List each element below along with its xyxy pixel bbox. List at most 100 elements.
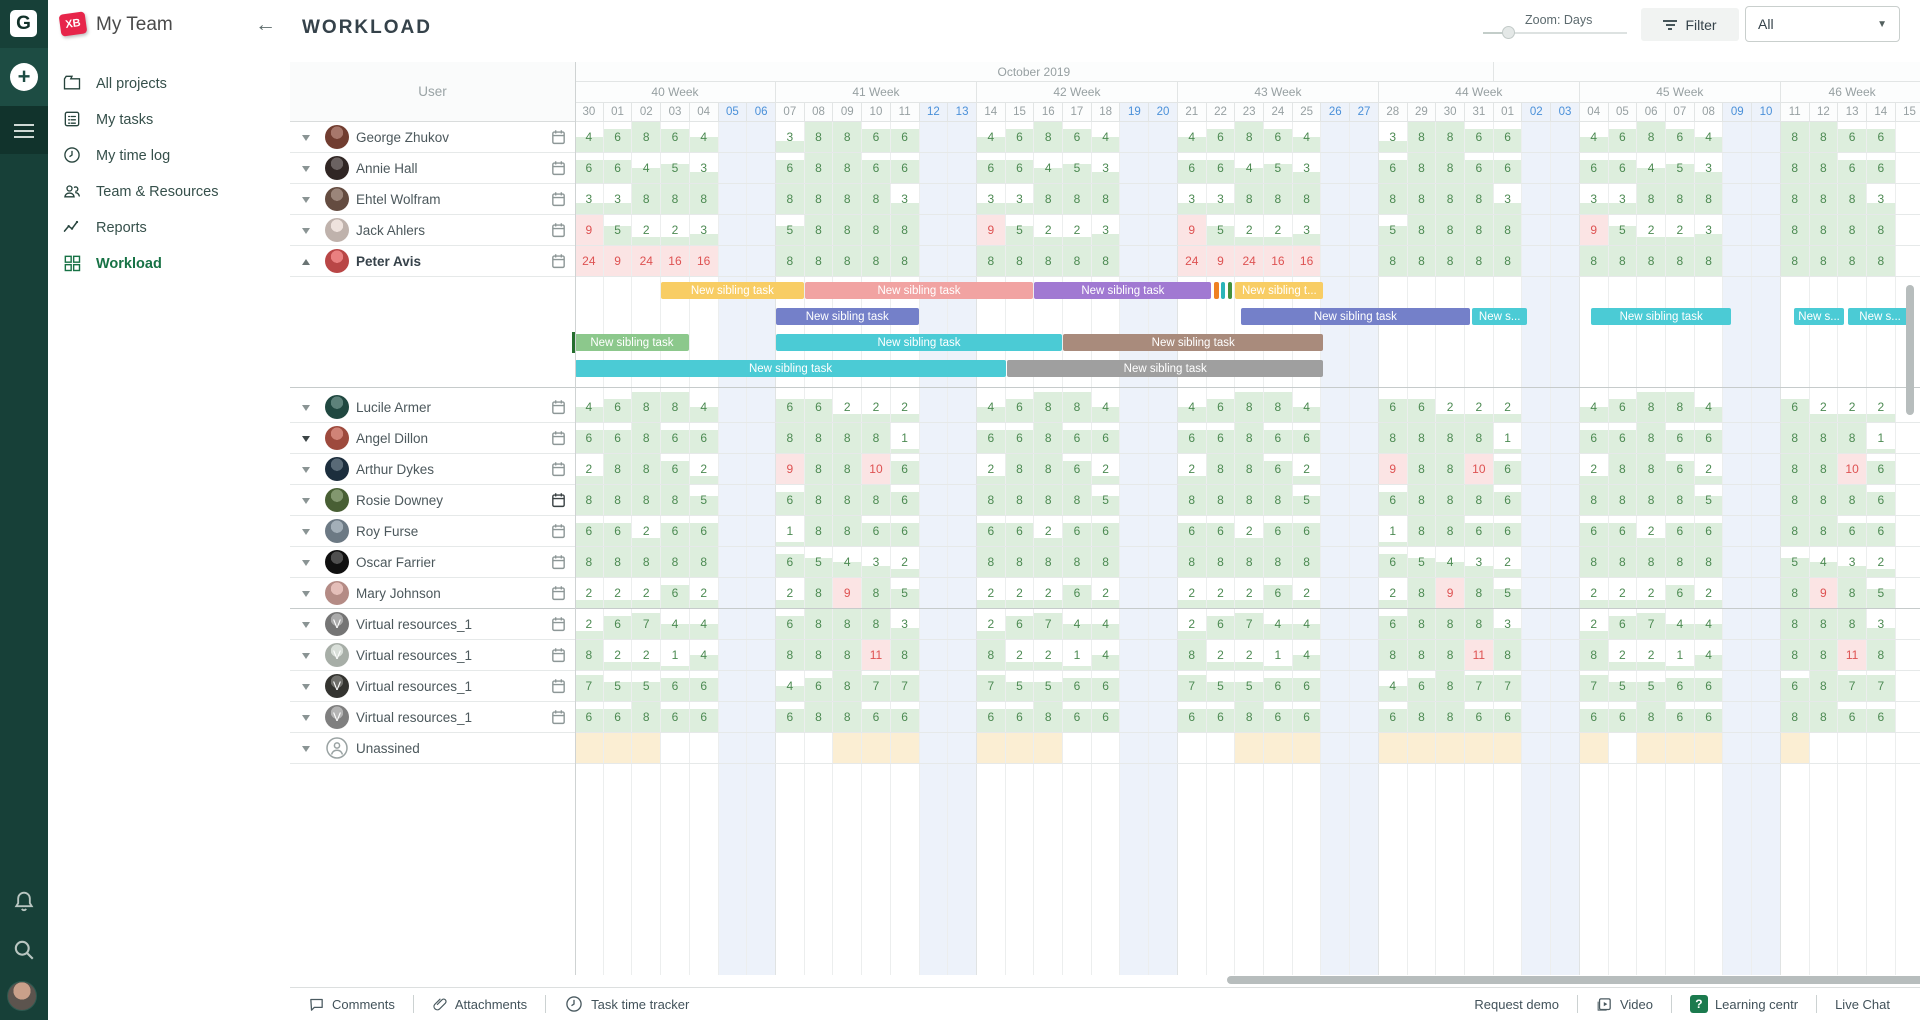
unassigned-busy-cell xyxy=(1292,733,1321,763)
bottombar-task-time-tracker[interactable]: Task time tracker xyxy=(546,988,707,1020)
workload-hours-cell: 8 xyxy=(1791,493,1798,507)
sidebar-item-reports[interactable]: Reports xyxy=(48,210,290,246)
sidebar-item-all-projects[interactable]: All projects xyxy=(48,66,290,102)
workload-hours-cell: 4 xyxy=(1303,648,1310,662)
workload-hours-cell: 8 xyxy=(1791,254,1798,268)
unassigned-busy-cell xyxy=(1264,733,1292,763)
workload-hours-cell: 4 xyxy=(700,400,708,414)
workload-hours-cell: 5 xyxy=(1073,161,1081,175)
add-project-button[interactable]: + xyxy=(10,63,38,91)
workload-hours-cell: 8 xyxy=(843,462,851,476)
vertical-scrollbar-thumb[interactable] xyxy=(1906,285,1914,415)
day-header: 17 xyxy=(1063,103,1092,122)
workload-hours-cell: 5 xyxy=(1389,223,1397,237)
workload-hours-cell: 2 xyxy=(1303,586,1310,600)
workload-hours-cell: 5 xyxy=(700,493,708,507)
horizontal-scrollbar-thumb[interactable] xyxy=(1227,976,1920,984)
workload-hours-cell: 6 xyxy=(1877,524,1885,538)
workload-hours-cell: 8 xyxy=(1418,524,1425,538)
notifications-bell-icon[interactable] xyxy=(10,888,38,916)
workload-hours-cell: 11 xyxy=(1472,648,1486,662)
workload-hours-cell: 8 xyxy=(1504,254,1511,268)
workload-hours-cell: 2 xyxy=(1877,400,1885,414)
workload-hours-cell: 8 xyxy=(1676,555,1684,569)
workload-hours-cell: 5 xyxy=(1217,223,1224,237)
sidebar-item-workload[interactable]: Workload xyxy=(48,246,290,282)
workload-hours-cell: 8 xyxy=(815,192,822,206)
workload-hours-cell: 2 xyxy=(642,524,650,538)
bottombar-request-demo[interactable]: Request demo xyxy=(1456,988,1577,1020)
search-icon[interactable] xyxy=(10,936,38,964)
workload-hours-cell: 2 xyxy=(642,223,650,237)
week-header: 45 Week xyxy=(1579,82,1781,103)
workload-hours-cell: 2 xyxy=(1504,555,1511,569)
workload-hours-cell: 5 xyxy=(1274,161,1282,175)
workload-hours-cell: 8 xyxy=(1245,493,1253,507)
workload-hours-cell: 8 xyxy=(1303,555,1310,569)
workload-hours-cell: 8 xyxy=(1418,161,1425,175)
workload-hours-cell: 6 xyxy=(1016,617,1023,631)
clock-icon xyxy=(564,994,584,1014)
bottombar-label: Learning centr xyxy=(1714,996,1799,1012)
workload-hours-cell: 8 xyxy=(1044,462,1052,476)
workload-hours-cell: 9 xyxy=(1446,586,1454,600)
sidebar-item-my-time-log[interactable]: My time log xyxy=(48,138,290,174)
workload-hours-cell: 8 xyxy=(642,710,650,724)
workload-hours-cell: 8 xyxy=(1791,586,1798,600)
bottombar-comments[interactable]: Comments xyxy=(290,988,413,1020)
user-profile-avatar[interactable] xyxy=(7,981,37,1011)
bottombar-live-chat[interactable]: Live Chat xyxy=(1817,988,1908,1020)
workload-hours-cell: 5 xyxy=(1705,493,1712,507)
workload-hours-cell: 2 xyxy=(642,586,650,600)
collapse-sidebar-arrow-icon[interactable]: ← xyxy=(255,13,276,37)
workload-hours-cell: 4 xyxy=(700,617,708,631)
workload-hours-cell: 8 xyxy=(1073,400,1081,414)
workload-hours-cell: 8 xyxy=(1016,493,1023,507)
bottombar-attachments[interactable]: Attachments xyxy=(414,988,545,1020)
sidebar-item-label: All projects xyxy=(96,76,167,92)
workload-hours-cell: 2 xyxy=(1044,586,1052,600)
day-header: 28 xyxy=(1378,103,1408,122)
workload-hours-cell: 8 xyxy=(1044,431,1052,445)
workload-hours-cell: 8 xyxy=(1418,254,1425,268)
workload-hours-cell: 8 xyxy=(1044,710,1052,724)
workload-hours-cell: 8 xyxy=(1016,254,1023,268)
workload-hours-cell: 8 xyxy=(1848,617,1856,631)
workload-hours-cell: 2 xyxy=(1705,462,1712,476)
app-logo-icon[interactable]: G xyxy=(10,10,37,37)
workload-hours-cell: 8 xyxy=(1848,192,1856,206)
workload-hours-cell: 8 xyxy=(1446,161,1454,175)
bottombar-video[interactable]: Video xyxy=(1578,988,1671,1020)
workload-hours-cell: 8 xyxy=(1647,462,1655,476)
workload-hours-cell: 3 xyxy=(700,161,708,175)
workload-hours-cell: 5 xyxy=(815,555,822,569)
sidebar-item-my-tasks[interactable]: My tasks xyxy=(48,102,290,138)
workload-hours-cell: 8 xyxy=(1102,555,1109,569)
workload-hours-cell: 8 xyxy=(1245,555,1253,569)
sidebar-item-team-resources[interactable]: Team & Resources xyxy=(48,174,290,210)
workload-hours-cell: 8 xyxy=(642,192,650,206)
workload-hours-cell: 8 xyxy=(786,192,794,206)
workload-hours-cell: 8 xyxy=(872,493,880,507)
workload-hours-cell: 8 xyxy=(843,431,851,445)
day-header: 09 xyxy=(833,103,863,122)
hamburger-menu-icon[interactable] xyxy=(14,124,34,142)
workload-hours-cell: 2 xyxy=(1102,462,1109,476)
workload-hours-cell: 6 xyxy=(1418,400,1425,414)
workload-hours-cell: 8 xyxy=(1245,130,1253,144)
folder-icon xyxy=(62,73,84,95)
workload-hours-cell: 5 xyxy=(1504,586,1511,600)
bottombar-learning-centr[interactable]: ? Learning centr xyxy=(1672,988,1816,1020)
workload-hours-cell: 3 xyxy=(1303,161,1310,175)
workload-hours-cell: 6 xyxy=(1475,710,1483,724)
workload-hours-cell: 8 xyxy=(901,254,908,268)
workload-hours-cell: 6 xyxy=(1590,431,1598,445)
workload-hours-cell: 2 xyxy=(1044,648,1052,662)
workload-hours-cell: 1 xyxy=(1073,648,1081,662)
workload-hours-cell: 6 xyxy=(1676,524,1684,538)
workload-hours-cell: 6 xyxy=(1102,679,1109,693)
workload-hours-cell: 8 xyxy=(1619,462,1626,476)
workload-hours-cell: 6 xyxy=(1590,710,1598,724)
workload-hours-cell: 8 xyxy=(1073,555,1081,569)
workload-hours-cell: 8 xyxy=(843,493,851,507)
